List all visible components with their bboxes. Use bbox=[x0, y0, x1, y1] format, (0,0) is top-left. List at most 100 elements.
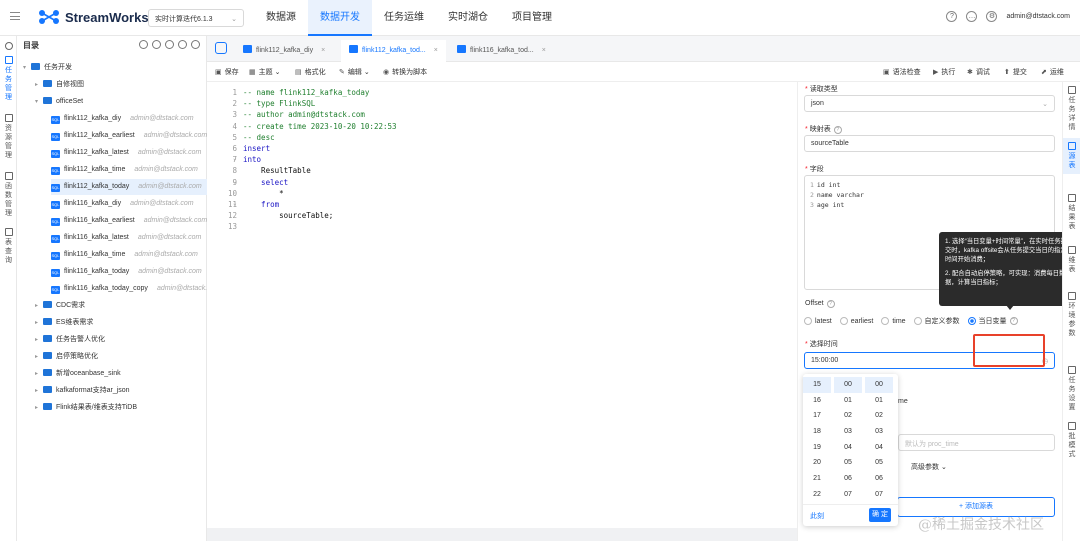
offset-latest[interactable]: latest bbox=[804, 317, 832, 325]
time-option[interactable]: 19 bbox=[803, 440, 831, 456]
submit-button[interactable]: ⬆ 提交 bbox=[1004, 67, 1027, 77]
rail-function-mgmt[interactable]: 函数管理 bbox=[0, 172, 17, 218]
right-rail-tab[interactable]: 维表 bbox=[1063, 246, 1080, 274]
nav-data-dev[interactable]: 数据开发 bbox=[308, 0, 372, 36]
rail-task-mgmt[interactable]: 任务管理 bbox=[0, 56, 17, 102]
help-icon[interactable]: ? bbox=[826, 300, 835, 308]
theme-button[interactable]: ▦ 主题 ⌄ bbox=[249, 67, 280, 77]
tree-file-item[interactable]: SQL flink116_kafka_latest admin@dtstack.co… bbox=[51, 230, 223, 246]
time-option[interactable]: 01 bbox=[865, 393, 893, 409]
rail-search[interactable] bbox=[0, 42, 17, 52]
fold-icon[interactable]: ⌄ bbox=[233, 155, 237, 162]
ops-button[interactable]: ⬈ 运维 bbox=[1041, 67, 1064, 77]
fold-icon[interactable]: ⌄ bbox=[233, 200, 237, 207]
tree-folder[interactable]: ▸ kafkaformat支持ar_json bbox=[35, 383, 221, 399]
add-icon[interactable] bbox=[191, 40, 200, 49]
time-option[interactable]: 02 bbox=[834, 408, 862, 424]
right-rail-tab[interactable]: 结果表 bbox=[1063, 194, 1080, 231]
time-option[interactable]: 03 bbox=[834, 424, 862, 440]
tree-file-item[interactable]: SQL flink116_kafka_today_copy admin@dtstac… bbox=[51, 281, 223, 297]
time-option[interactable]: 05 bbox=[865, 455, 893, 471]
help-icon[interactable]: ? bbox=[1009, 317, 1018, 325]
format-button[interactable]: ▤ 格式化 bbox=[295, 67, 326, 77]
tree-file-item[interactable]: SQL flink116_kafka_diy admin@dtstack.com bbox=[51, 196, 223, 212]
tab-flink112-diy[interactable]: flink112_kafka_diy × bbox=[235, 40, 333, 62]
tree-file-item[interactable]: SQL flink112_kafka_time admin@dtstack.com bbox=[51, 162, 223, 178]
offset-custom[interactable]: 自定义参数 bbox=[913, 316, 960, 326]
time-option[interactable]: 04 bbox=[865, 440, 893, 456]
time-option[interactable]: 04 bbox=[834, 440, 862, 456]
tree-file-item[interactable]: SQL flink116_kafka_earliest admin@dtstack.… bbox=[51, 213, 223, 229]
time-option[interactable]: 05 bbox=[834, 455, 862, 471]
time-option[interactable]: 00 bbox=[834, 377, 862, 393]
help-icon[interactable]: ? bbox=[833, 126, 842, 134]
tab-flink112-today[interactable]: flink112_kafka_tod... × bbox=[341, 40, 446, 62]
offset-earliest[interactable]: earliest bbox=[839, 317, 873, 325]
time-option[interactable]: 18 bbox=[803, 424, 831, 440]
time-option[interactable]: 17 bbox=[803, 408, 831, 424]
tree-file-item[interactable]: SQL flink116_kafka_time admin@dtstack.com bbox=[51, 247, 223, 263]
sql-editor[interactable]: 1 -- name flink112_kafka_today 2 -- type Fl… bbox=[207, 82, 797, 528]
right-rail-tab[interactable]: 任务详情 bbox=[1063, 86, 1080, 132]
close-icon[interactable]: × bbox=[434, 47, 438, 54]
time-option[interactable]: 20 bbox=[803, 455, 831, 471]
tree-file-item[interactable]: SQL flink112_kafka_diy admin@dtstack.com bbox=[51, 111, 223, 127]
now-button[interactable]: 此刻 bbox=[810, 511, 824, 521]
locate-icon[interactable] bbox=[139, 40, 148, 49]
offset-today-variable[interactable]: 当日变量? bbox=[967, 316, 1018, 326]
nav-lakehouse[interactable]: 实时湖仓 bbox=[436, 0, 500, 36]
tree-folder[interactable]: ▸ ES维表需求 bbox=[35, 315, 221, 331]
right-rail-tab[interactable]: 环境参数 bbox=[1063, 292, 1080, 338]
close-icon[interactable]: × bbox=[321, 47, 325, 54]
tree-file-item[interactable]: SQL flink112_kafka_earliest admin@dtstack.… bbox=[51, 128, 223, 144]
mapping-table-input[interactable]: sourceTable bbox=[804, 135, 1055, 152]
refresh-icon[interactable] bbox=[152, 40, 161, 49]
time-option[interactable]: 15 bbox=[803, 377, 831, 393]
time-option[interactable]: 07 bbox=[865, 487, 893, 503]
right-rail-tab[interactable]: 任务设置 bbox=[1063, 366, 1080, 412]
tree-file-item[interactable]: SQL flink112_kafka_today admin@dtstack.com bbox=[51, 179, 223, 195]
close-icon[interactable]: × bbox=[542, 47, 546, 54]
time-option[interactable]: 21 bbox=[803, 471, 831, 487]
tree-folder[interactable]: ▸ Flink结果表/维表支持TiDB bbox=[35, 400, 221, 416]
time-option[interactable]: 00 bbox=[865, 377, 893, 393]
settings-icon[interactable]: ⚙ bbox=[986, 11, 998, 22]
more-icon[interactable] bbox=[165, 40, 174, 49]
right-rail-tab[interactable]: 源表 bbox=[1063, 138, 1080, 174]
home-icon[interactable] bbox=[215, 42, 227, 54]
time-option[interactable]: 06 bbox=[834, 471, 862, 487]
project-selector[interactable]: 实时计算迭代6.1.3 ⌄ bbox=[148, 9, 244, 27]
time-option[interactable]: 07 bbox=[834, 487, 862, 503]
help-icon[interactable]: ? bbox=[946, 11, 958, 22]
tree-file-item[interactable]: SQL flink116_kafka_today admin@dtstack.com bbox=[51, 264, 223, 280]
advanced-params-toggle[interactable]: 高级参数 ⌄ bbox=[911, 462, 947, 472]
tree-node-root[interactable]: ▾ 任务开发 bbox=[23, 60, 209, 76]
message-icon[interactable]: … bbox=[966, 11, 978, 22]
time-option[interactable]: 16 bbox=[803, 393, 831, 409]
tree-folder[interactable]: ▸ 新增oceanbase_sink bbox=[35, 366, 221, 382]
rail-table-query[interactable]: 表查询 bbox=[0, 228, 17, 265]
time-column-input[interactable]: 默认为 proc_time bbox=[898, 434, 1055, 451]
right-rail-tab[interactable]: 批模式 bbox=[1063, 422, 1080, 459]
tab-flink116-today[interactable]: flink116_kafka_tod... × bbox=[449, 40, 554, 62]
read-type-select[interactable]: json ⌄ bbox=[804, 95, 1055, 112]
nav-project-mgmt[interactable]: 项目管理 bbox=[500, 0, 564, 36]
offset-time[interactable]: time bbox=[881, 317, 906, 325]
debug-button[interactable]: ✱ 调试 bbox=[967, 67, 990, 77]
time-option[interactable]: 01 bbox=[834, 393, 862, 409]
save-button[interactable]: ▣ 保存 bbox=[215, 67, 239, 77]
run-button[interactable]: ▶ 执行 bbox=[933, 67, 955, 77]
menu-icon[interactable] bbox=[10, 12, 20, 20]
send-icon[interactable] bbox=[178, 40, 187, 49]
tree-folder[interactable]: ▸ CDC需求 bbox=[35, 298, 221, 314]
convert-script-button[interactable]: ◉ 转换为脚本 bbox=[383, 67, 427, 77]
time-option[interactable]: 06 bbox=[865, 471, 893, 487]
time-option[interactable]: 22 bbox=[803, 487, 831, 503]
user-account[interactable]: admin@dtstack.com bbox=[1006, 13, 1070, 20]
time-option[interactable]: 02 bbox=[865, 408, 893, 424]
syntax-check-button[interactable]: ▣ 语法检查 bbox=[883, 67, 921, 77]
tree-file-item[interactable]: SQL flink112_kafka_latest admin@dtstack.co… bbox=[51, 145, 223, 161]
logo[interactable]: StreamWorks bbox=[38, 9, 149, 25]
rail-resource-mgmt[interactable]: 资源管理 bbox=[0, 114, 17, 160]
nav-task-ops[interactable]: 任务运维 bbox=[372, 0, 436, 36]
